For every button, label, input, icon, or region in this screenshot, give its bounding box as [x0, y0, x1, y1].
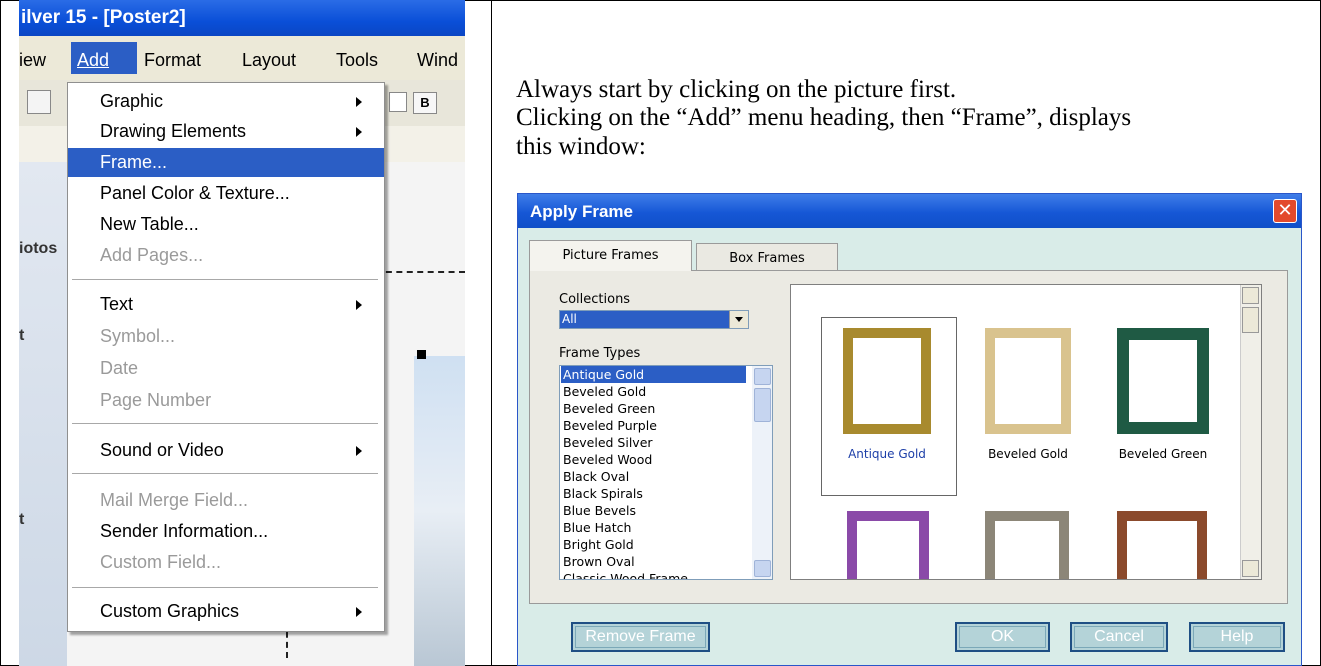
caption-antique-gold: Antique Gold: [848, 447, 926, 461]
collections-label: Collections: [559, 292, 631, 307]
ok-button[interactable]: OK: [955, 622, 1050, 652]
menu-item-custom-field: Custom Field...: [100, 552, 222, 572]
side-panel: [19, 162, 67, 666]
menu-add[interactable]: Add: [71, 42, 137, 74]
tab-box-frames[interactable]: Box Frames: [696, 243, 838, 270]
menu-layout[interactable]: Layout: [242, 50, 296, 71]
app-title: ilver 15 - [Poster2]: [21, 7, 186, 28]
menu-separator: [72, 473, 378, 474]
dropdown-icon[interactable]: [389, 92, 407, 112]
gallery-scrollbar[interactable]: [1240, 285, 1261, 579]
table-divider: [491, 0, 492, 666]
scroll-thumb[interactable]: [1242, 307, 1259, 333]
submenu-arrow-icon: [356, 607, 362, 617]
menu-item-sound-or-video[interactable]: Sound or Video: [68, 436, 384, 465]
list-item[interactable]: Beveled Purple: [561, 417, 746, 434]
menu-separator: [72, 587, 378, 588]
scroll-down-icon[interactable]: [1242, 560, 1259, 577]
instruction-line-2: Clicking on the “Add” menu heading, then…: [516, 104, 1132, 131]
frame-thumb-beveled-wood[interactable]: [1117, 511, 1207, 579]
list-item[interactable]: Beveled Gold: [561, 383, 746, 400]
cancel-button[interactable]: Cancel: [1070, 622, 1168, 652]
dialog-title: Apply Frame: [530, 202, 633, 221]
submenu-arrow-icon: [356, 97, 362, 107]
menu-item-text[interactable]: Text: [68, 290, 384, 319]
scroll-down-icon[interactable]: [754, 560, 771, 577]
close-icon[interactable]: ✕: [1273, 199, 1297, 223]
menu-item-panel-color-texture[interactable]: Panel Color & Texture...: [68, 179, 384, 208]
list-item[interactable]: Brown Oval: [561, 553, 746, 570]
app-titlebar: ilver 15 - [Poster2]: [19, 0, 465, 36]
menu-item-frame[interactable]: Frame...: [68, 148, 384, 177]
instruction-line-3: this window:: [516, 133, 646, 160]
list-item[interactable]: Black Spirals: [561, 485, 746, 502]
remove-frame-button[interactable]: Remove Frame: [571, 622, 710, 652]
side-label-photos: iotos: [19, 240, 58, 257]
list-item[interactable]: Black Oval: [561, 468, 746, 485]
menu-view[interactable]: iew: [19, 50, 46, 71]
frame-thumb-beveled-purple[interactable]: [847, 511, 929, 579]
menu-window[interactable]: Wind: [417, 50, 458, 71]
frame-thumb-antique-gold[interactable]: [843, 328, 931, 434]
add-menu-dropdown: Graphic Drawing Elements Frame... Panel …: [67, 82, 385, 632]
list-item[interactable]: Antique Gold: [561, 366, 746, 383]
list-item[interactable]: Beveled Wood: [561, 451, 746, 468]
list-item[interactable]: Classic Wood Frame: [561, 570, 746, 579]
menu-format[interactable]: Format: [144, 50, 201, 71]
frame-types-label: Frame Types: [559, 346, 641, 361]
menu-separator: [72, 423, 378, 424]
list-item[interactable]: Blue Bevels: [561, 502, 746, 519]
menu-item-add-pages: Add Pages...: [100, 245, 204, 265]
frame-thumb-beveled-silver[interactable]: [985, 511, 1069, 579]
scroll-up-icon[interactable]: [1242, 287, 1259, 304]
list-item[interactable]: Bright Gold: [561, 536, 746, 553]
menu-item-date: Date: [100, 358, 139, 378]
chevron-down-icon[interactable]: [729, 311, 748, 328]
scroll-up-icon[interactable]: [754, 368, 771, 385]
tab-picture-frames[interactable]: Picture Frames: [529, 240, 692, 271]
list-item[interactable]: Beveled Green: [561, 400, 746, 417]
selected-picture[interactable]: [414, 356, 465, 666]
menu-separator: [72, 279, 378, 280]
collections-value: All: [560, 311, 730, 328]
collections-select[interactable]: All: [559, 310, 749, 329]
menu-item-sender-information[interactable]: Sender Information...: [68, 517, 384, 546]
instruction-line-1: Always start by clicking on the picture …: [516, 76, 957, 103]
submenu-arrow-icon: [356, 127, 362, 137]
menu-item-mail-merge-field: Mail Merge Field...: [100, 490, 249, 510]
help-button[interactable]: Help: [1189, 622, 1285, 652]
caption-beveled-green: Beveled Green: [1118, 447, 1208, 461]
frame-thumb-beveled-green[interactable]: [1117, 328, 1209, 434]
submenu-arrow-icon: [356, 300, 362, 310]
apply-frame-dialog: Apply Frame ✕ Picture Frames Box Frames …: [517, 193, 1302, 666]
side-label-1: t: [19, 327, 25, 344]
frame-types-list[interactable]: Antique Gold Beveled Gold Beveled Green …: [559, 365, 773, 580]
dialog-titlebar: Apply Frame ✕: [518, 194, 1301, 228]
list-item[interactable]: Beveled Silver: [561, 434, 746, 451]
menu-item-custom-graphics[interactable]: Custom Graphics: [68, 597, 384, 626]
scroll-thumb[interactable]: [754, 388, 771, 422]
menu-item-drawing-elements[interactable]: Drawing Elements: [68, 117, 384, 146]
menu-item-page-number: Page Number: [100, 390, 212, 410]
resize-handle[interactable]: [417, 350, 426, 359]
submenu-arrow-icon: [356, 446, 362, 456]
caption-beveled-gold: Beveled Gold: [988, 447, 1068, 461]
paste-icon[interactable]: [27, 90, 51, 114]
app-screenshot: ilver 15 - [Poster2] iew Add Format Layo…: [19, 0, 465, 666]
frame-thumb-beveled-gold[interactable]: [985, 328, 1071, 434]
menu-tools[interactable]: Tools: [336, 50, 378, 71]
list-scrollbar[interactable]: [752, 366, 772, 579]
side-label-2: t: [19, 511, 25, 528]
list-item[interactable]: Blue Hatch: [561, 519, 746, 536]
table-left-border: [0, 0, 1, 666]
frame-gallery: Antique Gold Beveled Gold Beveled Green: [790, 284, 1262, 580]
menu-item-new-table[interactable]: New Table...: [68, 210, 384, 239]
bold-icon[interactable]: B: [413, 92, 437, 114]
menu-item-graphic[interactable]: Graphic: [68, 87, 384, 116]
menu-item-symbol: Symbol...: [100, 326, 176, 346]
